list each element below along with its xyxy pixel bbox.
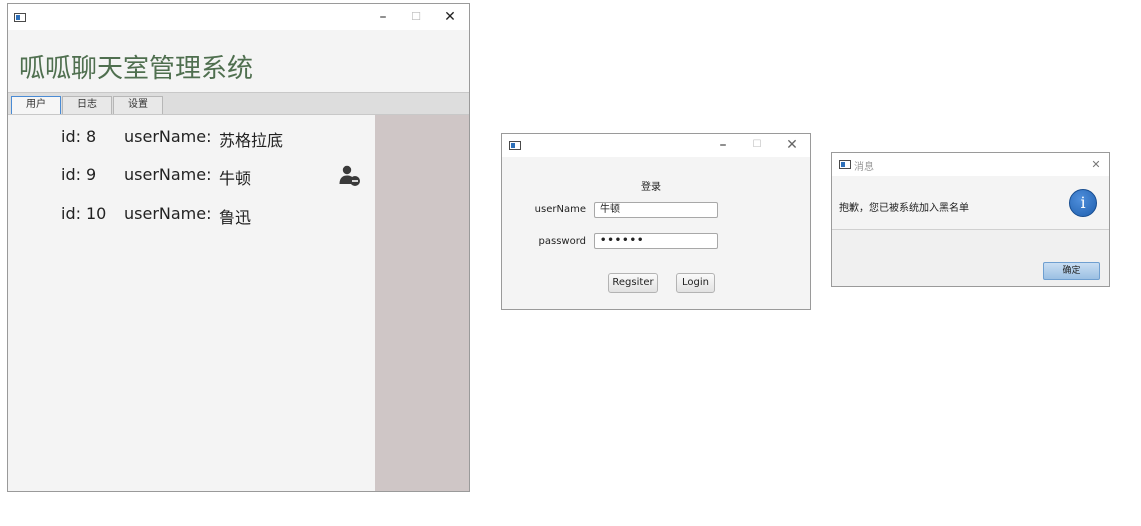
user-list: id: 8 userName: 苏格拉底 id: 9 userName: 牛顿 … [8, 115, 375, 491]
close-button[interactable]: ✕ [785, 138, 799, 152]
minimize-button[interactable]: – [376, 10, 390, 24]
login-button[interactable]: Login [676, 273, 715, 293]
login-titlebar[interactable]: – ☐ ✕ [502, 134, 810, 157]
main-titlebar[interactable]: – ☐ ✕ [8, 4, 469, 30]
dialog-message: 抱歉，您已被系统加入黑名单 [839, 203, 969, 214]
window-app-icon [839, 160, 851, 169]
info-icon: i [1069, 189, 1097, 217]
dialog-body: 抱歉，您已被系统加入黑名单 [832, 178, 1109, 230]
user-name: 牛顿 [219, 169, 252, 188]
user-id: 9 [86, 165, 97, 184]
maximize-button[interactable]: ☐ [750, 138, 764, 152]
dialog-titlebar[interactable]: 消息 ✕ [832, 153, 1109, 176]
tab-bar: 用户 日志 设置 [8, 92, 469, 115]
app-title: 呱呱聊天室管理系统 [19, 54, 254, 84]
user-id-label: id: [61, 165, 81, 184]
dialog-title: 消息 [854, 162, 874, 173]
user-row[interactable]: id: 9 userName: 牛顿 [8, 165, 375, 189]
user-name-label: userName: [124, 127, 212, 146]
user-row[interactable]: id: 10 userName: 鲁迅 [8, 204, 375, 228]
password-label: password [538, 236, 586, 247]
user-id-label: id: [61, 127, 81, 146]
message-dialog: 消息 ✕ 抱歉，您已被系统加入黑名单 i 确定 [831, 152, 1110, 287]
close-button[interactable]: ✕ [1090, 158, 1102, 172]
user-id: 10 [86, 204, 107, 223]
username-input[interactable]: 牛顿 [594, 202, 718, 218]
admin-main-window: – ☐ ✕ 呱呱聊天室管理系统 用户 日志 设置 id: 8 userName:… [7, 3, 470, 492]
register-button[interactable]: Regsiter [608, 273, 658, 293]
tab-users[interactable]: 用户 [11, 96, 61, 114]
user-remove-icon[interactable] [338, 164, 362, 188]
user-row[interactable]: id: 8 userName: 苏格拉底 [8, 127, 375, 151]
user-name-label: userName: [124, 165, 212, 184]
tab-logs[interactable]: 日志 [62, 96, 112, 114]
minimize-button[interactable]: – [716, 138, 730, 152]
window-app-icon [14, 13, 26, 22]
password-input[interactable]: •••••• [594, 233, 718, 249]
login-heading: 登录 [641, 182, 661, 193]
user-name-label: userName: [124, 204, 212, 223]
window-app-icon [509, 141, 521, 150]
close-button[interactable]: ✕ [443, 10, 457, 24]
side-panel [375, 115, 469, 491]
user-id: 8 [86, 127, 97, 146]
user-name: 苏格拉底 [219, 131, 284, 150]
username-label: userName [534, 204, 586, 215]
maximize-button[interactable]: ☐ [409, 10, 423, 24]
login-window: – ☐ ✕ 登录 userName 牛顿 password •••••• Reg… [501, 133, 811, 310]
user-name: 鲁迅 [219, 208, 252, 227]
user-id-label: id: [61, 204, 81, 223]
tab-settings[interactable]: 设置 [113, 96, 163, 114]
ok-button[interactable]: 确定 [1043, 262, 1100, 280]
